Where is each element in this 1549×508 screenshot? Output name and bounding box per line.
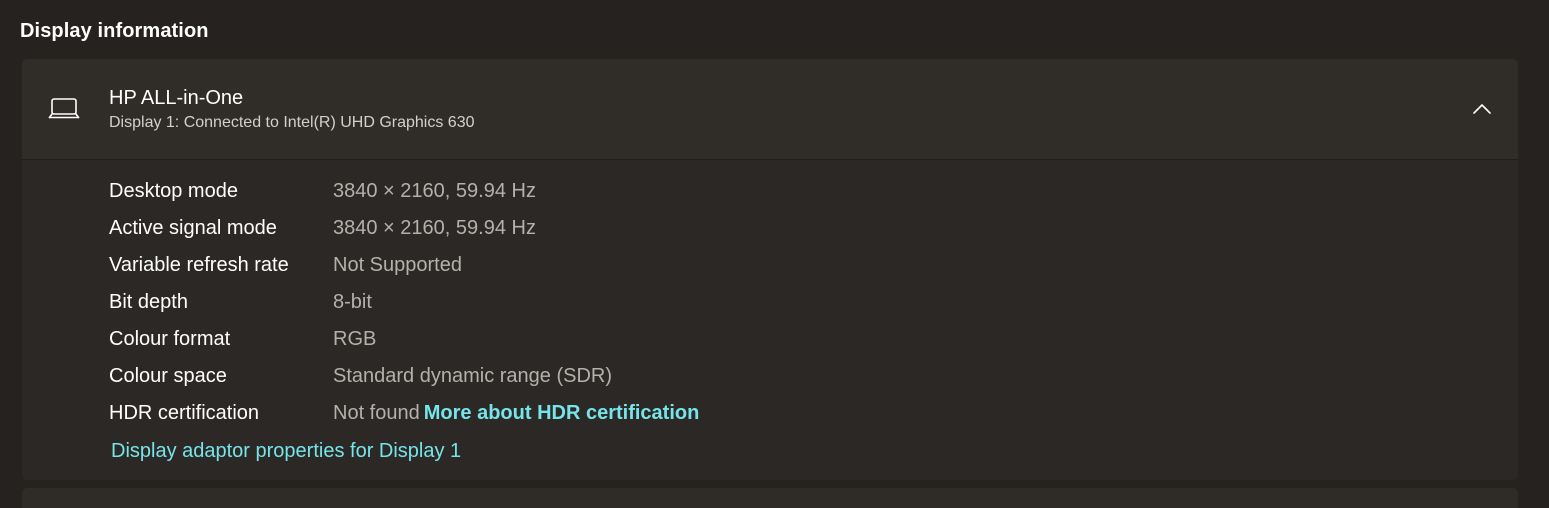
hdr-certification-link[interactable]: More about HDR certification: [424, 402, 700, 424]
info-label: Colour space: [109, 365, 227, 387]
info-value: 3840 × 2160, 59.94 Hz: [333, 217, 536, 239]
section-title: Display information: [20, 20, 209, 42]
info-label: HDR certification: [109, 402, 260, 424]
display-adapter-properties-link[interactable]: Display adaptor properties for Display 1: [111, 440, 461, 463]
next-section-card: [22, 488, 1518, 508]
info-value: Not found: [333, 402, 420, 424]
info-value: 3840 × 2160, 59.94 Hz: [333, 180, 536, 202]
info-value: Standard dynamic range (SDR): [333, 365, 613, 387]
display-connection-subtitle: Display 1: Connected to Intel(R) UHD Gra…: [109, 114, 475, 131]
display-card: HP ALL-in-One Display 1: Connected to In…: [22, 59, 1518, 480]
info-value-with-link: Not found More about HDR certification: [333, 398, 699, 428]
chevron-up-icon[interactable]: [1468, 97, 1496, 121]
info-value: Not Supported: [333, 254, 462, 276]
info-label: Desktop mode: [109, 180, 238, 202]
info-label: Active signal mode: [109, 217, 277, 239]
info-label: Variable refresh rate: [109, 254, 289, 276]
info-value: RGB: [333, 328, 377, 350]
display-card-header[interactable]: HP ALL-in-One Display 1: Connected to In…: [22, 59, 1518, 160]
info-label: Colour format: [109, 328, 231, 350]
display-name: HP ALL-in-One: [109, 87, 244, 109]
laptop-icon: [48, 96, 80, 122]
info-label: Bit depth: [109, 291, 188, 313]
info-value: 8-bit: [333, 291, 372, 313]
